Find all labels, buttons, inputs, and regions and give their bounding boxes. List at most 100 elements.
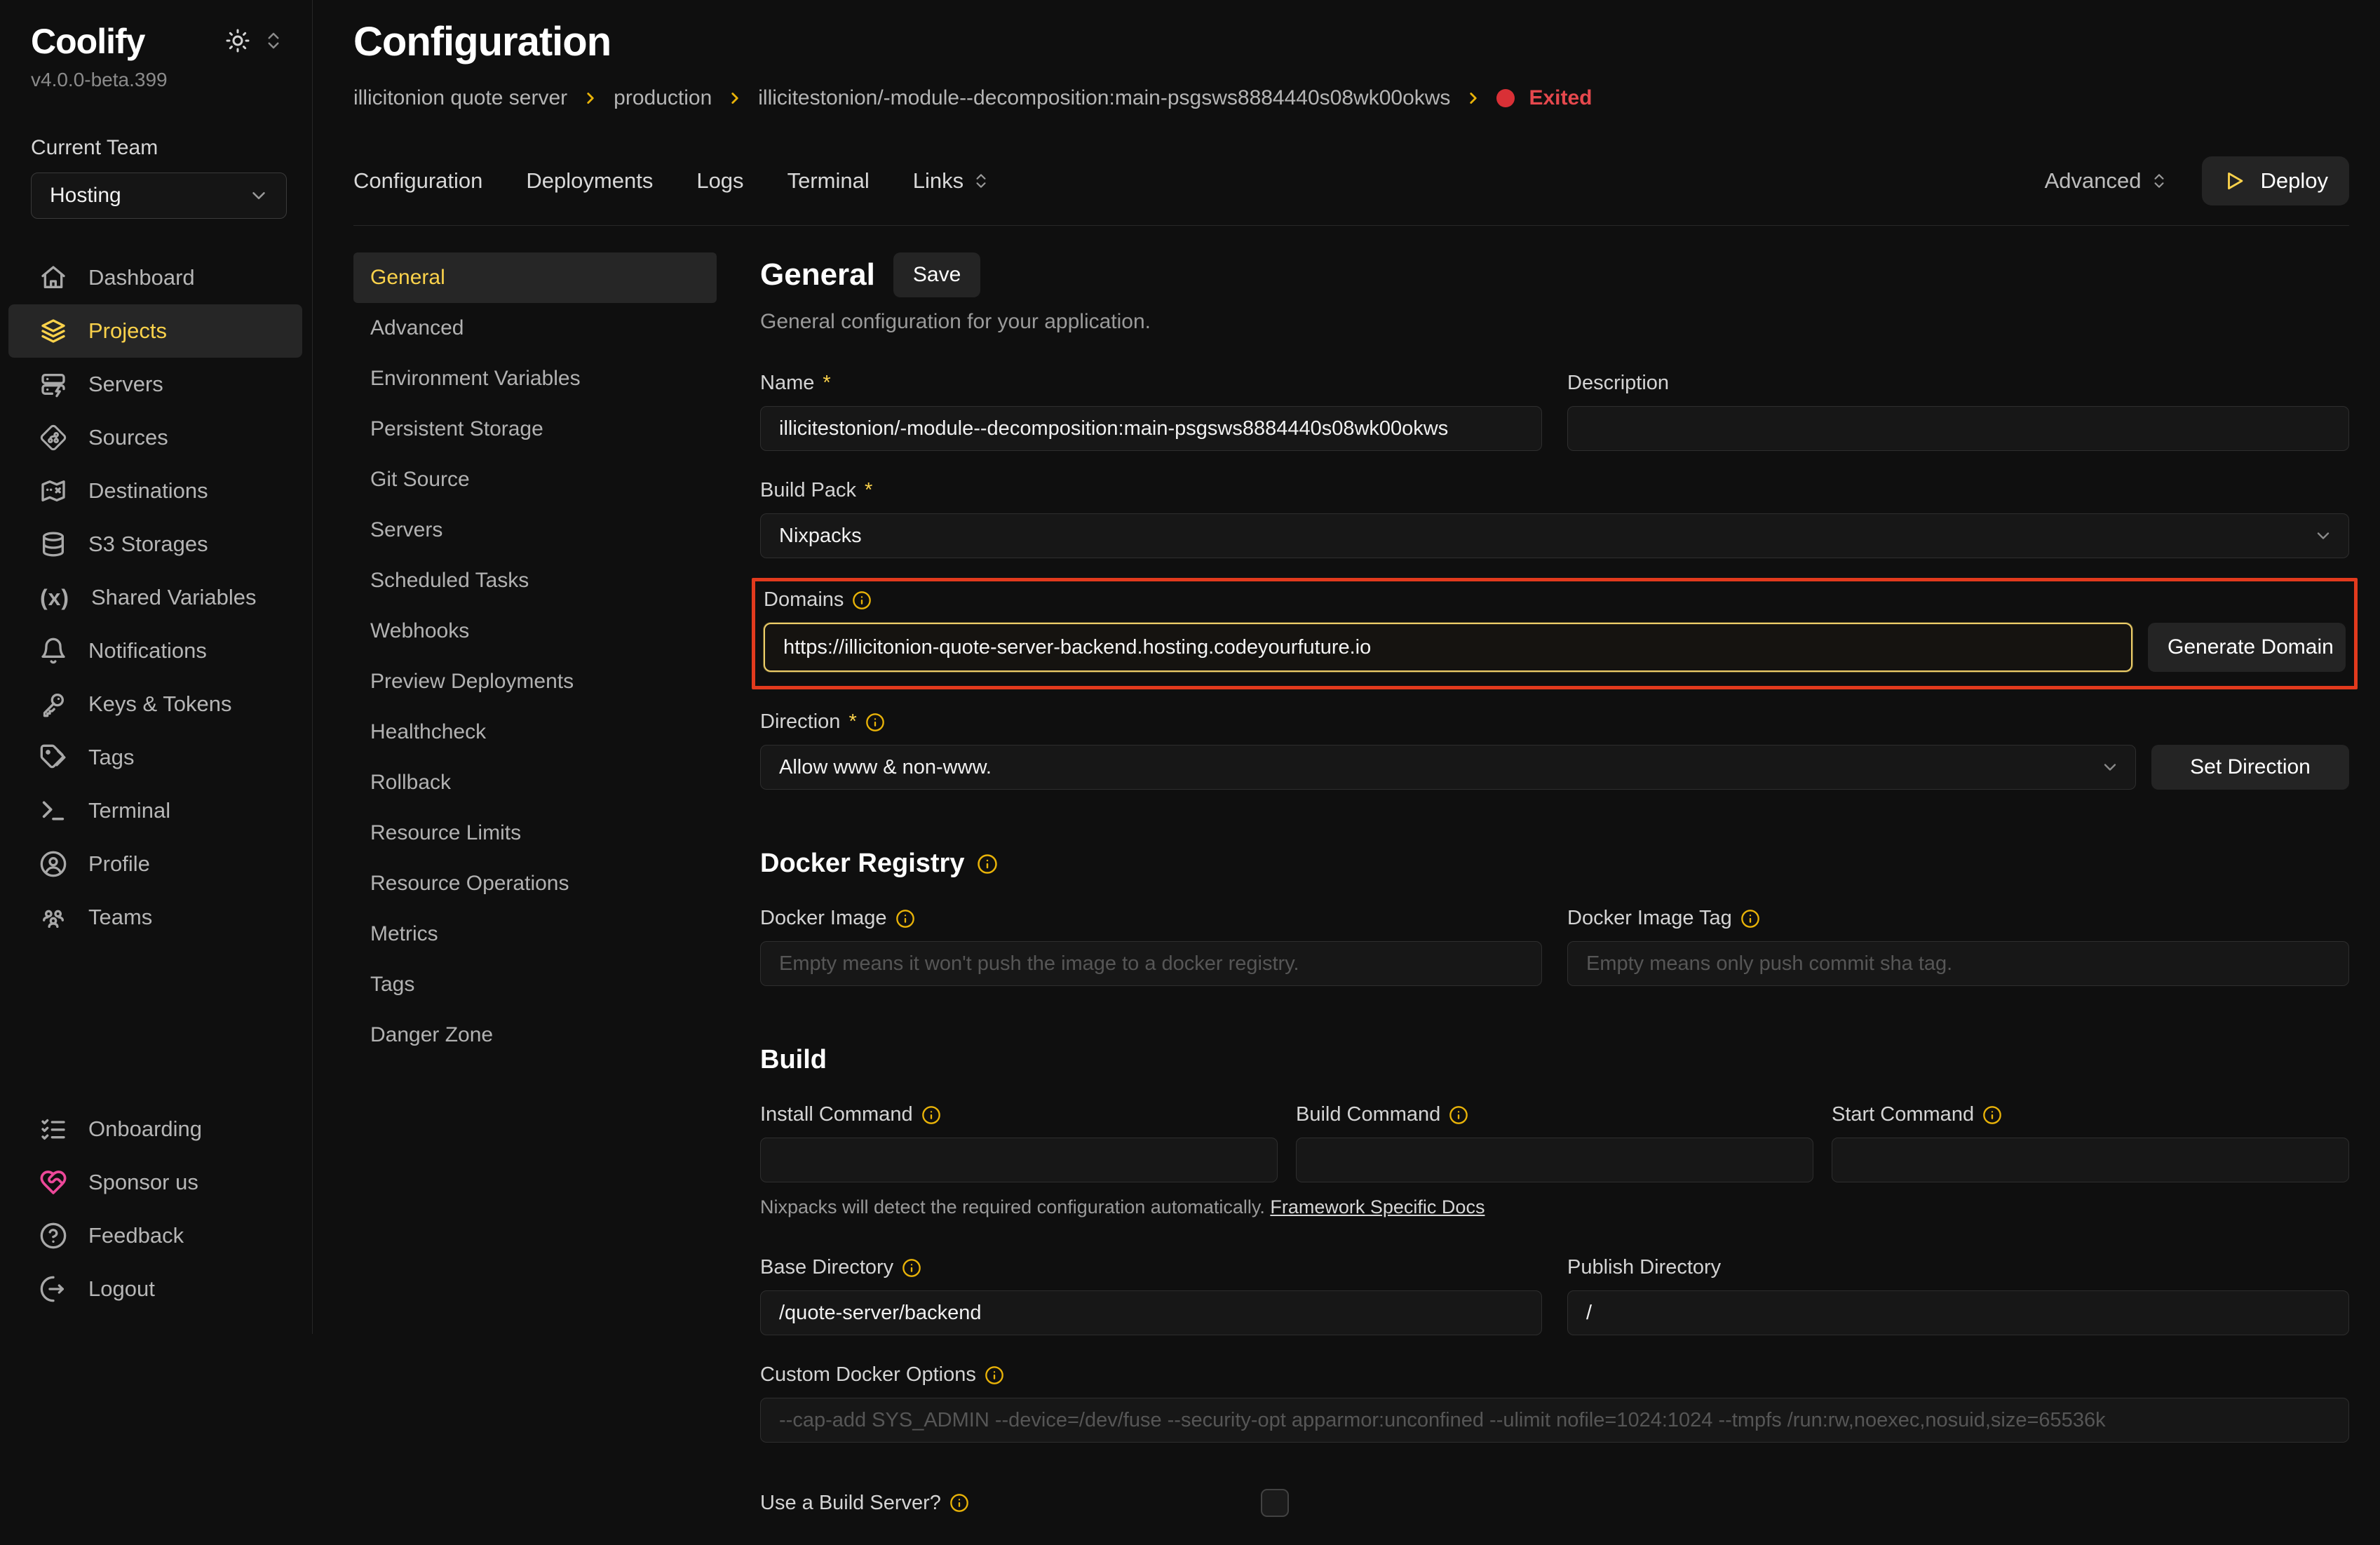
build-pack-select[interactable]: Nixpacks bbox=[760, 513, 2349, 558]
framework-docs-link[interactable]: Framework Specific Docs bbox=[1270, 1196, 1485, 1217]
docker-registry-title: Docker Registry bbox=[760, 849, 964, 879]
chevrons-up-down-icon bbox=[972, 172, 990, 190]
subnav-danger-zone[interactable]: Danger Zone bbox=[353, 1010, 717, 1060]
info-icon bbox=[865, 713, 885, 732]
chevron-right-icon bbox=[726, 89, 744, 107]
sidebar-item-shared-variables[interactable]: (x) Shared Variables bbox=[8, 571, 302, 624]
docker-image-tag-field-group: Docker Image Tag bbox=[1567, 907, 2349, 986]
sidebar-item-label: Terminal bbox=[88, 798, 170, 823]
tab-deployments[interactable]: Deployments bbox=[526, 168, 653, 194]
build-server-checkbox[interactable] bbox=[1261, 1489, 1289, 1517]
sidebar-item-label: Keys & Tokens bbox=[88, 691, 231, 717]
subnav-resource-operations[interactable]: Resource Operations bbox=[353, 858, 717, 909]
info-icon bbox=[902, 1258, 921, 1278]
sidebar-item-feedback[interactable]: Feedback bbox=[8, 1209, 302, 1262]
docker-image-input[interactable] bbox=[760, 941, 1542, 986]
server-icon bbox=[39, 370, 67, 398]
breadcrumb-environment[interactable]: production bbox=[614, 86, 712, 110]
chevrons-up-down-icon[interactable] bbox=[263, 30, 284, 51]
sidebar-item-teams[interactable]: Teams bbox=[8, 891, 302, 944]
deploy-button[interactable]: Deploy bbox=[2202, 156, 2350, 205]
chevron-down-icon bbox=[2313, 526, 2333, 546]
description-input[interactable] bbox=[1567, 406, 2349, 451]
subnav-git-source[interactable]: Git Source bbox=[353, 454, 717, 505]
direction-select[interactable]: Allow www & non-www. bbox=[760, 745, 2136, 790]
tab-logs[interactable]: Logs bbox=[696, 168, 743, 194]
subnav-general[interactable]: General bbox=[353, 252, 717, 303]
generate-domain-button[interactable]: Generate Domain bbox=[2148, 623, 2346, 672]
chevron-right-icon bbox=[1464, 89, 1482, 107]
build-command-field-group: Build Command bbox=[1296, 1103, 1813, 1182]
sidebar-item-servers[interactable]: Servers bbox=[8, 358, 302, 411]
install-command-input[interactable] bbox=[760, 1138, 1278, 1182]
subnav-webhooks[interactable]: Webhooks bbox=[353, 606, 717, 656]
subnav-preview-deployments[interactable]: Preview Deployments bbox=[353, 656, 717, 707]
heart-handshake-icon bbox=[39, 1168, 67, 1196]
save-button[interactable]: Save bbox=[893, 252, 980, 297]
name-input[interactable] bbox=[760, 406, 1542, 451]
subnav-resource-limits[interactable]: Resource Limits bbox=[353, 808, 717, 858]
sidebar-item-s3-storages[interactable]: S3 Storages bbox=[8, 518, 302, 571]
subnav-metrics[interactable]: Metrics bbox=[353, 909, 717, 959]
sidebar-item-terminal[interactable]: Terminal bbox=[8, 784, 302, 837]
subnav-servers[interactable]: Servers bbox=[353, 505, 717, 555]
sidebar-item-sources[interactable]: Sources bbox=[8, 411, 302, 464]
info-icon bbox=[977, 854, 998, 875]
domains-highlight-box: Domains Generate Domain bbox=[752, 578, 2358, 689]
docker-image-tag-input[interactable] bbox=[1567, 941, 2349, 986]
publish-directory-input[interactable] bbox=[1567, 1290, 2349, 1335]
sidebar-item-label: Destinations bbox=[88, 478, 208, 504]
docker-image-label: Docker Image bbox=[760, 907, 887, 930]
sidebar-item-destinations[interactable]: Destinations bbox=[8, 464, 302, 518]
tags-icon bbox=[39, 743, 67, 771]
subnav-tags[interactable]: Tags bbox=[353, 959, 717, 1010]
subnav-healthcheck[interactable]: Healthcheck bbox=[353, 707, 717, 757]
build-command-input[interactable] bbox=[1296, 1138, 1813, 1182]
sidebar-item-keys-tokens[interactable]: Keys & Tokens bbox=[8, 677, 302, 731]
sidebar-item-logout[interactable]: Logout bbox=[8, 1262, 302, 1316]
sidebar-item-notifications[interactable]: Notifications bbox=[8, 624, 302, 677]
breadcrumb-project[interactable]: illicitonion quote server bbox=[353, 86, 567, 110]
play-icon bbox=[2223, 169, 2247, 193]
docker-image-tag-label: Docker Image Tag bbox=[1567, 907, 1732, 930]
subnav-rollback[interactable]: Rollback bbox=[353, 757, 717, 808]
sidebar-item-projects[interactable]: Projects bbox=[8, 304, 302, 358]
chevrons-up-down-icon bbox=[2150, 172, 2168, 190]
domains-label: Domains bbox=[764, 588, 844, 612]
subnav-environment-variables[interactable]: Environment Variables bbox=[353, 353, 717, 404]
sidebar-item-profile[interactable]: Profile bbox=[8, 837, 302, 891]
custom-docker-options-field-group: Custom Docker Options bbox=[760, 1363, 2349, 1443]
sidebar-item-label: Sources bbox=[88, 425, 168, 450]
sidebar-item-onboarding[interactable]: Onboarding bbox=[8, 1102, 302, 1156]
sidebar-item-label: Tags bbox=[88, 745, 134, 770]
set-direction-button[interactable]: Set Direction bbox=[2151, 745, 2349, 790]
base-directory-input[interactable] bbox=[760, 1290, 1542, 1335]
sun-icon[interactable] bbox=[225, 28, 250, 53]
sidebar-nav: Dashboard Projects Servers Sources Desti… bbox=[0, 251, 312, 944]
house-icon bbox=[39, 264, 67, 292]
sidebar-item-label: Teams bbox=[88, 905, 152, 930]
tab-terminal[interactable]: Terminal bbox=[787, 168, 870, 194]
subnav-scheduled-tasks[interactable]: Scheduled Tasks bbox=[353, 555, 717, 606]
status-badge: Exited bbox=[1529, 86, 1592, 110]
advanced-dropdown[interactable]: Advanced bbox=[2045, 168, 2168, 194]
subnav-persistent-storage[interactable]: Persistent Storage bbox=[353, 404, 717, 454]
breadcrumb-resource[interactable]: illicitestonion/-module--decomposition:m… bbox=[758, 86, 1450, 110]
tab-configuration[interactable]: Configuration bbox=[353, 168, 482, 194]
sidebar-item-dashboard[interactable]: Dashboard bbox=[8, 251, 302, 304]
section-title: General bbox=[760, 257, 875, 292]
sidebar-item-tags[interactable]: Tags bbox=[8, 731, 302, 784]
map-icon bbox=[39, 477, 67, 505]
start-command-input[interactable] bbox=[1832, 1138, 2349, 1182]
terminal-prompt-icon bbox=[39, 797, 67, 825]
domains-input[interactable] bbox=[764, 623, 2132, 672]
required-asterisk: * bbox=[823, 372, 830, 395]
tab-links[interactable]: Links bbox=[913, 168, 990, 194]
custom-docker-options-input[interactable] bbox=[760, 1398, 2349, 1443]
build-pack-value: Nixpacks bbox=[779, 525, 862, 548]
variables-icon: (x) bbox=[39, 585, 70, 611]
subnav-advanced[interactable]: Advanced bbox=[353, 303, 717, 353]
sidebar-item-sponsor-us[interactable]: Sponsor us bbox=[8, 1156, 302, 1209]
logout-icon bbox=[39, 1275, 67, 1303]
team-select[interactable]: Hosting bbox=[31, 173, 287, 219]
